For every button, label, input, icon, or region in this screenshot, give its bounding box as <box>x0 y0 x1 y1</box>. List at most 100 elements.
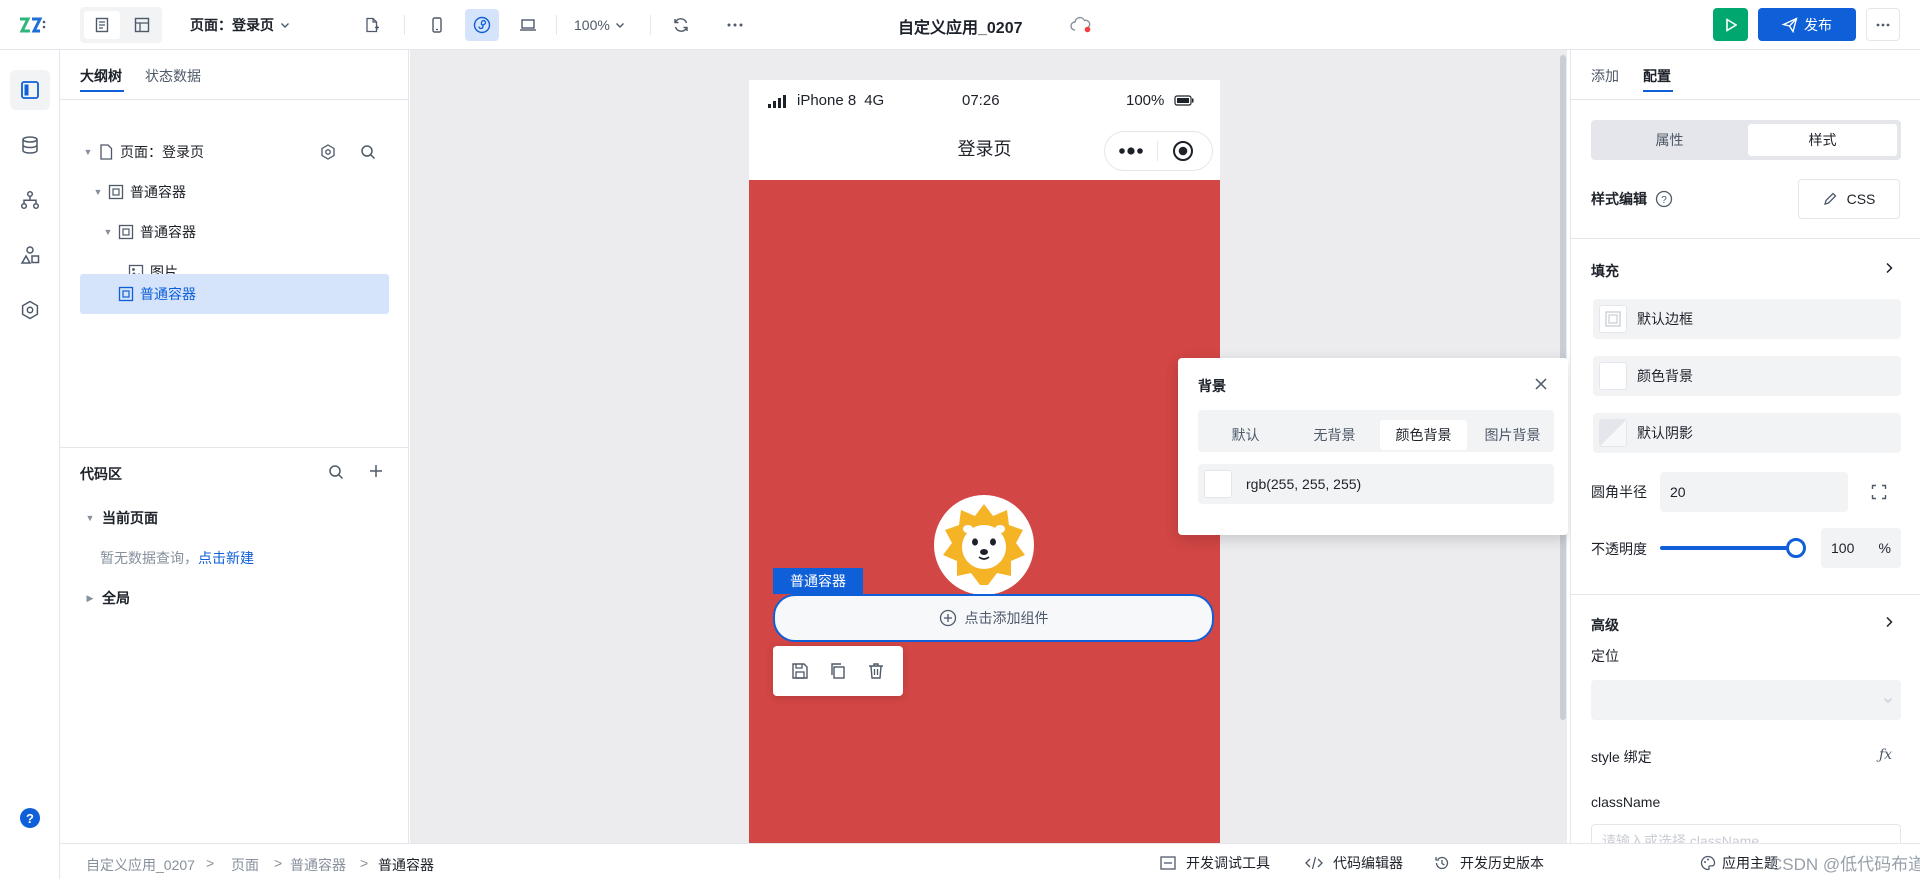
trash-icon[interactable] <box>867 662 885 680</box>
help-circle-icon[interactable]: ? <box>1655 190 1673 208</box>
breadcrumb-separator: > <box>360 855 369 871</box>
device-miniapp-button[interactable] <box>465 9 499 41</box>
node-action-toolbar <box>773 646 903 696</box>
watermark-text: CSDN @低代码布道师 <box>1770 855 1920 874</box>
expand-corners-icon[interactable] <box>1871 484 1887 500</box>
zoom-value: 100% <box>574 17 610 33</box>
app-logo[interactable] <box>18 15 46 35</box>
new-page-button[interactable] <box>360 13 384 37</box>
breadcrumb-app[interactable]: 自定义应用_0207 <box>86 855 195 875</box>
tab-config[interactable]: 配置 <box>1643 66 1671 86</box>
page-selector[interactable]: 页面：登录页 <box>190 15 290 35</box>
outline-view-button[interactable] <box>84 11 120 39</box>
more-horizontal-icon[interactable] <box>1119 147 1143 155</box>
opacity-slider-track[interactable] <box>1660 538 1806 558</box>
status-bar: 自定义应用_0207 > 页面 > 普通容器 > 普通容器 开发调试工具 代码编… <box>60 843 1920 879</box>
chevron-down-icon <box>280 20 290 30</box>
bg-tab-image[interactable]: 图片背景 <box>1469 420 1556 450</box>
rail-logic-button[interactable] <box>10 180 50 220</box>
tree-node-page[interactable]: ▼ 页面：登录页 <box>60 132 409 172</box>
search-icon[interactable] <box>328 464 344 480</box>
color-value-field[interactable]: rgb(255, 255, 255) <box>1198 464 1554 504</box>
bg-tab-color[interactable]: 颜色背景 <box>1380 420 1467 450</box>
device-desktop-button[interactable] <box>514 12 542 38</box>
plus-icon[interactable] <box>369 464 383 478</box>
opacity-label: 不透明度 <box>1591 541 1647 557</box>
save-icon[interactable] <box>791 662 809 680</box>
layout-view-button[interactable] <box>124 11 160 39</box>
tree-node-container-1[interactable]: ▼ 普通容器 <box>60 172 409 212</box>
chevron-right-icon[interactable] <box>1884 262 1894 274</box>
divider <box>60 99 409 100</box>
refresh-icon <box>672 16 690 34</box>
chevron-right-icon[interactable] <box>1884 616 1894 628</box>
formula-fx-icon[interactable]: ƒx <box>1879 747 1892 763</box>
bg-tab-default[interactable]: 默认 <box>1202 420 1289 450</box>
code-global[interactable]: ▶ 全局 <box>84 588 130 608</box>
code-current-page[interactable]: ▼ 当前页面 <box>84 508 158 528</box>
tree-node-label: 普通容器 <box>140 286 196 302</box>
breadcrumb-separator: > <box>206 855 215 871</box>
layout-icon <box>134 17 150 33</box>
lion-avatar-image[interactable] <box>934 495 1034 595</box>
history-button[interactable]: 开发历史版本 <box>1434 853 1544 873</box>
rail-data-button[interactable] <box>10 125 50 165</box>
tab-add[interactable]: 添加 <box>1591 66 1619 86</box>
tab-outline-tree[interactable]: 大纲树 <box>80 66 122 86</box>
position-select[interactable] <box>1591 680 1901 720</box>
run-button[interactable] <box>1713 8 1748 41</box>
radius-value: 20 <box>1670 484 1686 500</box>
create-query-link[interactable]: 点击新建 <box>198 550 254 566</box>
opacity-slider-thumb[interactable] <box>1786 538 1806 558</box>
record-icon[interactable] <box>1172 140 1194 162</box>
tab-state-data[interactable]: 状态数据 <box>145 66 201 86</box>
caret-right-icon: ▶ <box>86 592 94 603</box>
copy-icon[interactable] <box>829 662 847 680</box>
left-panel: 大纲树 状态数据 ▼ 页面：登录页 ▼ 普通容器 ▼ 普通容器 图片 普通容器 … <box>60 50 409 843</box>
rail-components-button[interactable] <box>10 235 50 275</box>
shapes-icon <box>20 245 40 265</box>
rail-settings-button[interactable] <box>10 290 50 330</box>
tree-node-container-3[interactable]: 普通容器 <box>60 274 409 314</box>
code-editor-label: 代码编辑器 <box>1333 855 1403 871</box>
code-editor-button[interactable]: 代码编辑器 <box>1305 853 1403 873</box>
color-swatch[interactable] <box>1204 470 1232 498</box>
css-edit-button[interactable]: CSS <box>1798 179 1900 219</box>
more-tools-button[interactable] <box>722 12 748 38</box>
radius-input[interactable]: 20 <box>1660 472 1848 512</box>
mobile-icon <box>430 17 444 33</box>
console-icon <box>1160 856 1176 870</box>
theme-button[interactable]: 应用主题 <box>1700 853 1778 873</box>
segment-properties[interactable]: 属性 <box>1595 124 1744 156</box>
device-mobile-button[interactable] <box>424 12 450 38</box>
breadcrumb-container[interactable]: 普通容器 <box>290 855 346 875</box>
selected-container-dropzone[interactable]: 点击添加组件 <box>773 594 1214 642</box>
code-current-page-label: 当前页面 <box>102 510 158 526</box>
publish-button[interactable]: 发布 <box>1758 8 1856 41</box>
settings-hex-icon[interactable] <box>320 144 336 160</box>
capsule-menu[interactable] <box>1104 131 1213 171</box>
rail-outline-button[interactable] <box>10 70 50 110</box>
phone-battery: 100% <box>1126 92 1194 109</box>
background-swatch <box>1599 362 1627 390</box>
refresh-button[interactable] <box>668 12 694 38</box>
border-setting-row[interactable]: 默认边框 <box>1593 299 1901 339</box>
close-icon[interactable] <box>1535 378 1547 390</box>
debug-tools-button[interactable]: 开发调试工具 <box>1160 853 1270 873</box>
breadcrumb-page[interactable]: 页面 <box>231 855 259 875</box>
bg-tab-none[interactable]: 无背景 <box>1291 420 1378 450</box>
carrier-text: iPhone 8 <box>797 92 857 109</box>
play-icon <box>1725 17 1737 32</box>
background-setting-row[interactable]: 颜色背景 <box>1593 356 1901 396</box>
opacity-input[interactable]: 100 % <box>1821 528 1901 568</box>
breadcrumb-current[interactable]: 普通容器 <box>378 855 434 875</box>
help-icon[interactable]: ? <box>20 808 40 828</box>
tree-node-container-2[interactable]: ▼ 普通容器 <box>60 212 409 252</box>
tab-active-indicator <box>80 90 124 92</box>
breadcrumb-separator: > <box>274 855 283 871</box>
shadow-setting-row[interactable]: 默认阴影 <box>1593 413 1901 453</box>
more-actions-button[interactable] <box>1866 8 1900 41</box>
search-icon[interactable] <box>360 144 376 160</box>
segment-style[interactable]: 样式 <box>1748 124 1897 156</box>
zoom-select[interactable]: 100% <box>574 15 625 35</box>
